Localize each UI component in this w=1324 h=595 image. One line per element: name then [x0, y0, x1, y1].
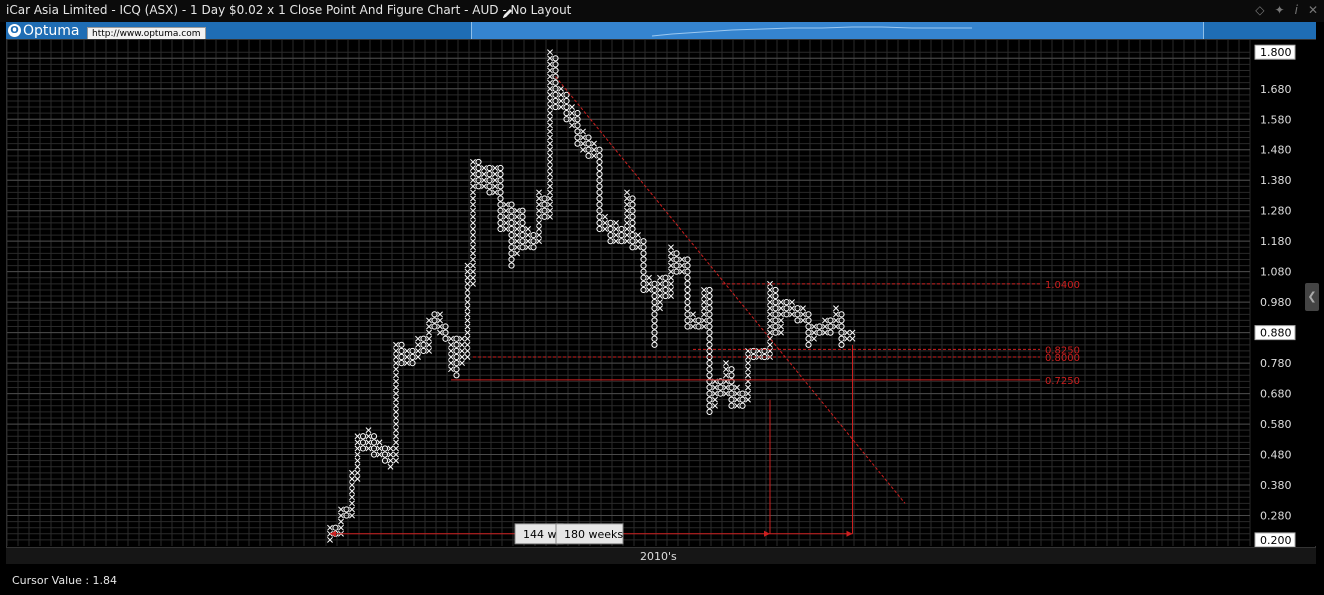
y-tick-12: 0.580 [1260, 418, 1292, 431]
cursor-value: Cursor Value : 1.84 [12, 574, 118, 587]
y-tick-4: 1.380 [1260, 174, 1292, 187]
y-tick-11: 0.680 [1260, 388, 1292, 401]
y-tick-7: 1.080 [1260, 266, 1292, 279]
y-tick-10: 0.780 [1260, 357, 1292, 370]
level-label-0: 1.0400 [1045, 280, 1080, 291]
y-tick-8: 0.980 [1260, 296, 1292, 309]
plot-area [7, 40, 1250, 546]
y-tick-15: 0.280 [1260, 510, 1292, 523]
y-tick-16: 0.200 [1260, 534, 1292, 547]
y-tick-6: 1.180 [1260, 235, 1292, 248]
current-price-label: 0.880 [1260, 327, 1292, 340]
date-axis-label: 2010's [640, 550, 677, 563]
y-tick-1: 1.680 [1260, 83, 1292, 96]
pnf-chart[interactable]: 1.800 1.680 1.580 1.480 1.380 1.280 1.180 1.080… [0, 0, 1324, 595]
level-label-2: 0.8000 [1045, 353, 1080, 364]
y-tick-0: 1.800 [1260, 46, 1292, 59]
y-tick-14: 0.380 [1260, 479, 1292, 492]
level-label-3: 0.7250 [1045, 376, 1080, 387]
y-tick-5: 1.280 [1260, 205, 1292, 218]
time-count-label-1: 180 weeks [564, 528, 623, 541]
y-tick-2: 1.580 [1260, 113, 1292, 126]
y-tick-13: 0.480 [1260, 449, 1292, 462]
side-panel-toggle[interactable]: ❮ [1305, 283, 1319, 311]
y-tick-3: 1.480 [1260, 144, 1292, 157]
